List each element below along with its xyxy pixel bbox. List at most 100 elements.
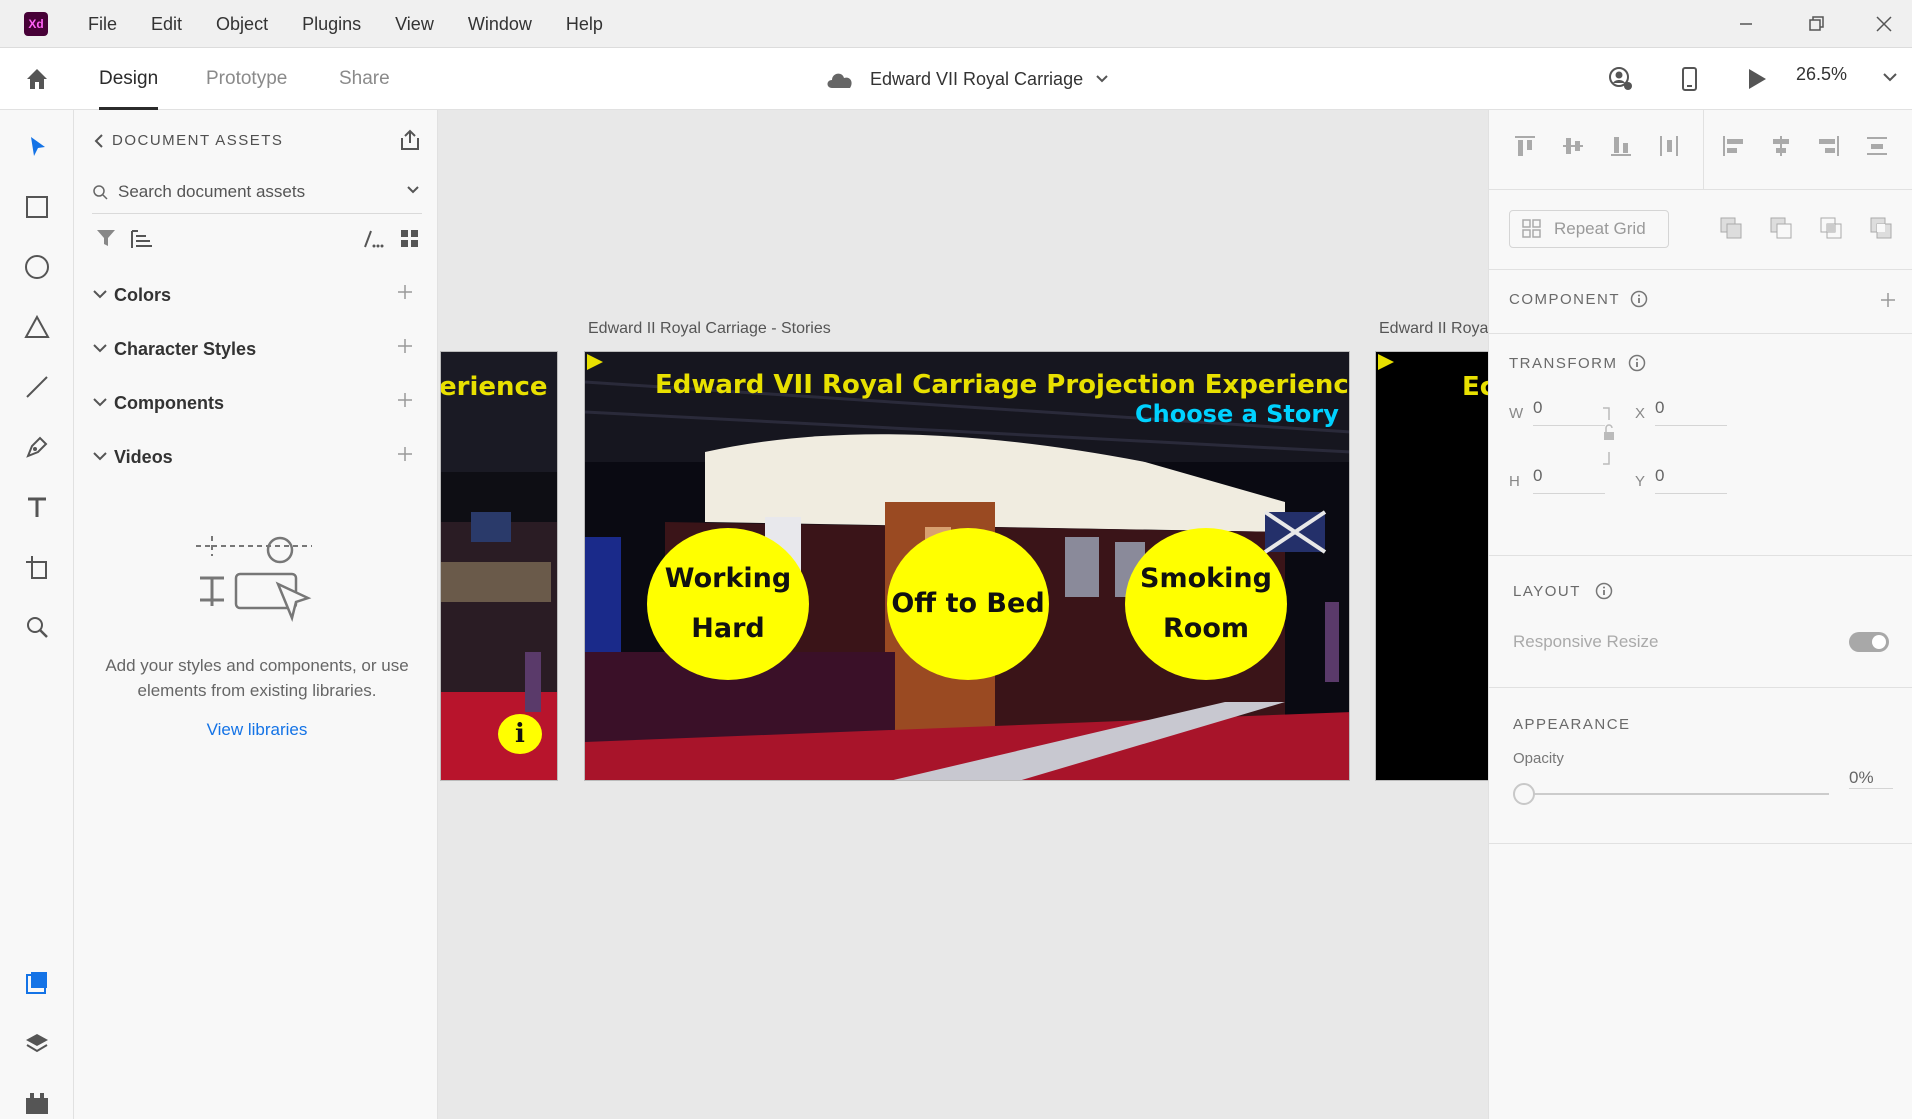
assets-back-button[interactable]: DOCUMENT ASSETS bbox=[92, 132, 283, 149]
section-label: Character Styles bbox=[114, 338, 257, 359]
align-center-icon[interactable] bbox=[1769, 134, 1793, 158]
text-tool-icon[interactable] bbox=[24, 494, 50, 520]
search-dropdown-icon[interactable] bbox=[406, 185, 420, 195]
view-libraries-link[interactable]: View libraries bbox=[92, 720, 422, 740]
section-colors[interactable]: Colors bbox=[92, 280, 422, 310]
filter-icon[interactable] bbox=[96, 228, 116, 248]
align-middle-icon[interactable] bbox=[1561, 134, 1585, 158]
y-field[interactable]: 0 bbox=[1655, 466, 1727, 494]
add-component-plus-icon[interactable] bbox=[1879, 291, 1897, 309]
restore-icon[interactable] bbox=[1804, 12, 1828, 36]
empty-assets-message: Add your styles and components, or use e… bbox=[105, 656, 409, 700]
width-field[interactable]: 0 bbox=[1533, 398, 1605, 426]
add-character-style-icon[interactable] bbox=[396, 337, 414, 355]
menu-window[interactable]: Window bbox=[468, 0, 532, 48]
pen-tool-icon[interactable] bbox=[24, 434, 50, 460]
repeat-grid-button[interactable]: Repeat Grid bbox=[1509, 210, 1669, 248]
layers-panel-icon[interactable] bbox=[24, 1030, 50, 1056]
polygon-tool-icon[interactable] bbox=[24, 314, 50, 340]
section-videos[interactable]: Videos bbox=[92, 442, 422, 472]
zoom-chevron-icon[interactable] bbox=[1880, 70, 1908, 98]
height-field[interactable]: 0 bbox=[1533, 466, 1605, 494]
document-title-button[interactable]: Edward VII Royal Carriage bbox=[824, 48, 1109, 110]
export-icon[interactable] bbox=[398, 128, 422, 152]
distribute-vertical-icon[interactable] bbox=[1865, 134, 1889, 158]
repeat-grid-label: Repeat Grid bbox=[1554, 219, 1646, 238]
distribute-horizontal-icon[interactable] bbox=[1657, 134, 1681, 158]
title-bar: Xd File Edit Object Plugins View Window … bbox=[0, 0, 1912, 48]
opacity-slider-track[interactable] bbox=[1529, 793, 1829, 795]
boolean-exclude-icon[interactable] bbox=[1869, 216, 1893, 240]
rectangle-tool-icon[interactable] bbox=[24, 194, 50, 220]
artboard-label-right[interactable]: Edward II Roya bbox=[1379, 320, 1488, 338]
opacity-field[interactable]: 0% bbox=[1849, 768, 1893, 789]
responsive-resize-toggle[interactable] bbox=[1849, 632, 1889, 652]
minimize-icon[interactable] bbox=[1734, 12, 1758, 36]
sort-icon[interactable] bbox=[130, 228, 154, 250]
transform-label: TRANSFORM bbox=[1509, 354, 1618, 372]
opacity-slider-thumb[interactable] bbox=[1513, 783, 1535, 805]
align-left-icon[interactable] bbox=[1721, 134, 1745, 158]
list-view-icon[interactable] bbox=[362, 228, 384, 250]
chevron-down-icon bbox=[92, 289, 108, 301]
design-canvas[interactable]: erience i Edward II Royal Carriage - Sto… bbox=[438, 110, 1488, 1119]
menu-help[interactable]: Help bbox=[566, 0, 603, 48]
section-character-styles[interactable]: Character Styles bbox=[92, 334, 422, 364]
close-icon[interactable] bbox=[1872, 12, 1896, 36]
line-tool-icon[interactable] bbox=[24, 374, 50, 400]
divider bbox=[1703, 110, 1704, 190]
align-top-icon[interactable] bbox=[1513, 134, 1537, 158]
select-tool-icon[interactable] bbox=[24, 134, 50, 160]
section-components[interactable]: Components bbox=[92, 388, 422, 418]
grid-view-icon[interactable] bbox=[400, 229, 420, 249]
align-right-icon[interactable] bbox=[1817, 134, 1841, 158]
info-badge[interactable]: i bbox=[498, 714, 542, 754]
info-icon[interactable] bbox=[1630, 290, 1648, 308]
component-row: COMPONENT bbox=[1489, 270, 1912, 334]
artboard-main[interactable]: Edward VII Royal Carriage Projection Exp… bbox=[584, 351, 1350, 781]
add-video-icon[interactable] bbox=[396, 445, 414, 463]
layout-label: LAYOUT bbox=[1513, 582, 1581, 600]
tab-share[interactable]: Share bbox=[339, 48, 390, 110]
artboard-label-main[interactable]: Edward II Royal Carriage - Stories bbox=[588, 320, 831, 338]
story-circle-working-hard[interactable]: Working Hard bbox=[647, 528, 809, 680]
artboard-left[interactable]: erience i bbox=[440, 351, 558, 781]
tab-prototype[interactable]: Prototype bbox=[206, 48, 287, 110]
boolean-intersect-icon[interactable] bbox=[1819, 216, 1843, 240]
play-icon[interactable] bbox=[1742, 65, 1770, 93]
document-title: Edward VII Royal Carriage bbox=[870, 68, 1084, 89]
x-field[interactable]: 0 bbox=[1655, 398, 1727, 426]
layout-row: LAYOUT bbox=[1489, 556, 1912, 688]
lock-aspect-icon[interactable] bbox=[1601, 406, 1617, 466]
assets-panel-icon[interactable] bbox=[24, 970, 50, 996]
story-circle-smoking-room[interactable]: Smoking Room bbox=[1125, 528, 1287, 680]
repeat-grid-icon bbox=[1522, 219, 1542, 239]
right-artboard-title: Ec bbox=[1462, 372, 1488, 402]
device-preview-icon[interactable] bbox=[1675, 65, 1703, 93]
info-icon[interactable] bbox=[1595, 582, 1613, 600]
zoom-level[interactable]: 26.5% bbox=[1796, 64, 1847, 85]
info-icon[interactable] bbox=[1628, 354, 1646, 372]
story-circle-off-to-bed[interactable]: Off to Bed bbox=[887, 528, 1049, 680]
artboard-right[interactable]: Ec bbox=[1375, 351, 1488, 781]
boolean-subtract-icon[interactable] bbox=[1769, 216, 1793, 240]
share-user-icon[interactable] bbox=[1606, 65, 1634, 93]
add-component-icon[interactable] bbox=[396, 391, 414, 409]
menu-file[interactable]: File bbox=[88, 0, 117, 48]
boolean-add-icon[interactable] bbox=[1719, 216, 1743, 240]
align-bottom-icon[interactable] bbox=[1609, 134, 1633, 158]
search-input[interactable] bbox=[118, 181, 368, 202]
menu-object[interactable]: Object bbox=[216, 0, 268, 48]
zoom-tool-icon[interactable] bbox=[24, 614, 50, 640]
home-icon[interactable] bbox=[24, 66, 50, 92]
ellipse-tool-icon[interactable] bbox=[24, 254, 50, 280]
tab-design[interactable]: Design bbox=[99, 48, 159, 110]
app-logo: Xd bbox=[24, 12, 48, 36]
menu-plugins[interactable]: Plugins bbox=[302, 0, 361, 48]
menu-view[interactable]: View bbox=[395, 0, 434, 48]
plugins-panel-icon[interactable] bbox=[24, 1090, 50, 1116]
artboard-tool-icon[interactable] bbox=[24, 554, 50, 580]
assets-header: DOCUMENT ASSETS bbox=[112, 132, 284, 149]
add-color-icon[interactable] bbox=[396, 283, 414, 301]
menu-edit[interactable]: Edit bbox=[151, 0, 182, 48]
